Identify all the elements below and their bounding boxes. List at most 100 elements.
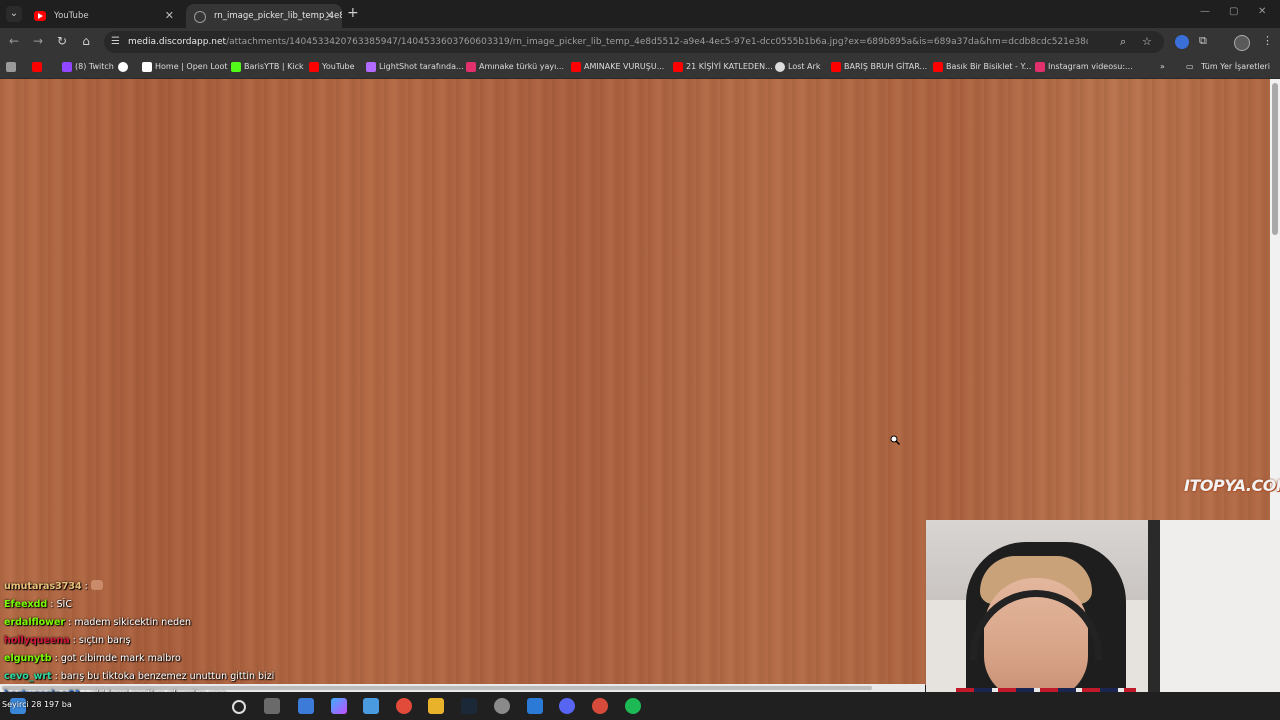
bookmark-label: (8) Twitch [75, 62, 114, 71]
task-view-icon[interactable] [264, 698, 280, 714]
apps-grid-icon[interactable] [6, 56, 18, 78]
folder-icon: ▭ [1185, 62, 1194, 71]
chat-text: SİC [56, 599, 72, 610]
google-icon [118, 62, 128, 72]
browser-toolbar: ← → ↻ ⌂ ☰ media.discordapp.net/attachmen… [0, 28, 1280, 56]
tab-title: rn_image_picker_lib_temp_4e8d [214, 11, 342, 21]
steam-icon[interactable] [461, 698, 477, 714]
tab-youtube[interactable]: YouTube ✕ [26, 4, 182, 28]
youtube-icon [34, 11, 46, 21]
chat-emote-icon [90, 580, 103, 590]
bookmark-item[interactable] [32, 56, 45, 78]
instagram-icon [1035, 62, 1045, 72]
menu-kebab-icon[interactable]: ⋮ [1262, 34, 1273, 47]
bookmark-item[interactable]: Instagram videosu:... [1035, 56, 1133, 78]
taskbar-app-icon[interactable] [298, 698, 314, 714]
bookmark-item[interactable]: Amınake türkü yayı... [466, 56, 564, 78]
bookmark-label: Instagram videosu:... [1048, 62, 1133, 71]
bookmark-star-icon[interactable]: ☆ [1142, 35, 1152, 48]
file-explorer-icon[interactable] [428, 698, 444, 714]
discord-icon[interactable] [559, 698, 575, 714]
more-bookmarks-icon[interactable]: » [1160, 56, 1165, 78]
tab-search-chevron-icon[interactable]: ⌄ [6, 6, 22, 22]
bookmark-item[interactable]: BARIŞ BRUH GİTAR... [831, 56, 927, 78]
chat-username: Efeexdd [4, 599, 48, 610]
bookmark-item[interactable]: BarisYTB | Kick [231, 56, 304, 78]
bookmarks-bar: » ▭ Tüm Yer İşaretleri (8) Twitch Home | O… [0, 56, 1280, 79]
chat-username: erdalflower [4, 617, 66, 628]
lostark-icon [775, 62, 785, 72]
youtube-icon [673, 62, 683, 72]
tab-image[interactable]: rn_image_picker_lib_temp_4e8d ✕ [186, 4, 342, 28]
webcam-feed: GA [926, 520, 1280, 720]
chat-text: barış bu tiktoka benzemez unuttun gittin… [60, 671, 275, 682]
bookmark-item[interactable]: (8) Twitch [62, 56, 114, 78]
chat-username: cevo_wrt [4, 671, 52, 682]
chat-message: cevo_wrt : barış bu tiktoka benzemez unu… [4, 671, 275, 682]
bookmark-label: Lost Ark [788, 62, 821, 71]
viewer-count: Seyirci 28 197 ba [2, 700, 72, 709]
chat-username: hollyqueena [4, 635, 70, 646]
chrome-profile-icon[interactable] [592, 698, 608, 714]
chat-text: sıçtın barış [78, 635, 131, 646]
chat-message: hollyqueena : sıçtın barış [4, 635, 131, 646]
bookmark-item[interactable]: YouTube [309, 56, 355, 78]
spotify-icon[interactable] [625, 698, 641, 714]
home-icon[interactable]: ⌂ [78, 34, 94, 48]
bookmark-item[interactable]: Lost Ark [775, 56, 820, 78]
chrome-icon[interactable] [396, 698, 412, 714]
extension-icon[interactable] [1175, 35, 1189, 49]
bookmark-label: 21 KİŞİYİ KATLEDEN... [686, 62, 773, 71]
all-bookmarks-folder[interactable]: ▭ Tüm Yer İşaretleri [1186, 56, 1270, 78]
close-window-icon[interactable]: ✕ [1258, 6, 1266, 17]
extensions-puzzle-icon[interactable]: ⧉ [1199, 34, 1207, 48]
profile-avatar-icon[interactable] [1234, 35, 1250, 51]
copilot-icon[interactable] [331, 698, 347, 714]
globe-icon [194, 11, 206, 23]
forward-icon[interactable]: → [30, 34, 46, 48]
bookmark-item[interactable] [118, 56, 131, 78]
address-bar[interactable]: ☰ media.discordapp.net/attachments/14045… [104, 31, 1164, 53]
store-icon[interactable] [363, 698, 379, 714]
lightshot-icon [366, 62, 376, 72]
tab-title: YouTube [54, 11, 89, 21]
twitch-icon [62, 62, 72, 72]
bookmark-item[interactable]: AMINAKE VURUŞU... [571, 56, 664, 78]
youtube-icon [32, 62, 42, 72]
close-tab-icon[interactable]: ✕ [165, 4, 174, 28]
youtube-icon [831, 62, 841, 72]
search-icon[interactable] [232, 700, 246, 714]
bookmark-item[interactable]: LightShot tarafında... [366, 56, 464, 78]
bookmark-label: BARIŞ BRUH GİTAR... [844, 62, 928, 71]
chat-username: elgunytb [4, 653, 52, 664]
new-tab-icon[interactable]: + [347, 5, 359, 21]
zoom-icon[interactable]: ⌕ [1120, 35, 1126, 49]
site-info-icon[interactable]: ☰ [111, 36, 120, 47]
instagram-icon [466, 62, 476, 72]
chat-message: erdalflower : madem sikicektin neden [4, 617, 192, 628]
taskbar-app-icon[interactable] [527, 698, 543, 714]
bookmark-item[interactable]: 21 KİŞİYİ KATLEDEN... [673, 56, 773, 78]
youtube-icon [933, 62, 943, 72]
bookmark-item[interactable]: Home | Open Loot [142, 56, 228, 78]
close-tab-icon[interactable]: ✕ [325, 4, 334, 28]
chat-username: umutaras3734 [4, 581, 82, 592]
reload-icon[interactable]: ↻ [54, 34, 70, 48]
scrollbar-thumb[interactable] [1272, 83, 1278, 235]
url-text[interactable]: media.discordapp.net/attachments/1404533… [128, 31, 1088, 53]
zoom-in-cursor-icon [890, 435, 900, 445]
minimize-icon[interactable]: — [1200, 6, 1210, 17]
maximize-icon[interactable]: ▢ [1229, 6, 1238, 17]
bookmark-label: AMINAKE VURUŞU... [584, 62, 665, 71]
kick-icon [231, 62, 241, 72]
stream-chat-overlay: umutaras3734 : Efeexdd : SİC erdalflower … [4, 578, 424, 704]
bookmark-label: BarisYTB | Kick [244, 62, 304, 71]
bookmark-label: Amınake türkü yayı... [479, 62, 564, 71]
chat-text: madem sikicektin neden [74, 617, 192, 628]
openloot-icon [142, 62, 152, 72]
door-edge [1148, 520, 1160, 720]
bookmark-item[interactable]: Basık Bir Bisiklet - Y... [933, 56, 1031, 78]
obs-icon[interactable] [494, 698, 510, 714]
back-icon[interactable]: ← [6, 34, 22, 48]
youtube-icon [571, 62, 581, 72]
